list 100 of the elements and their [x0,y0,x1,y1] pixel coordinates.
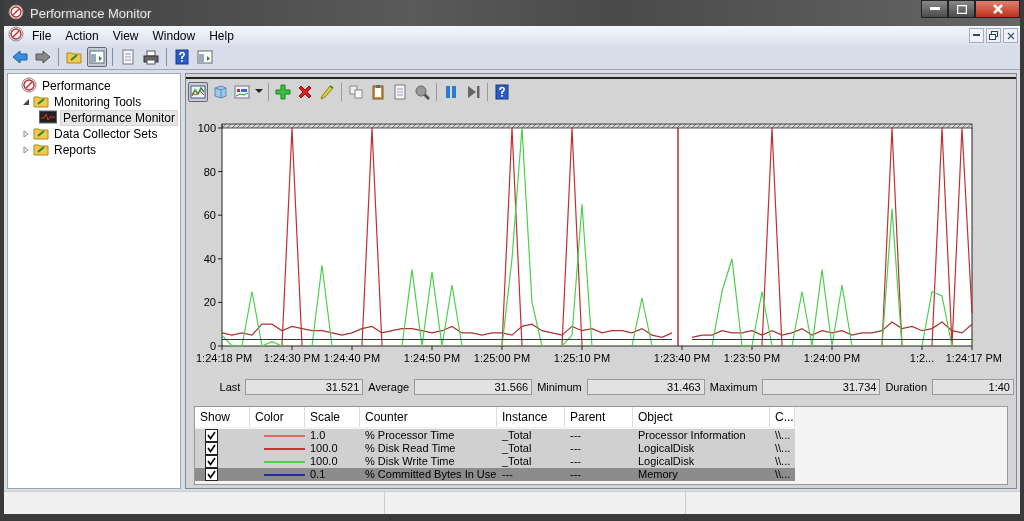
toolbar-button[interactable] [172,47,192,67]
y-tick-label: 100 [197,122,216,134]
tree-item[interactable]: Performance Monitor [59,110,178,126]
x-tick-label: 1:24:17 PM [945,352,1002,364]
line-chart-icon [190,84,206,100]
search-icon [414,84,430,100]
table-cell-text: LogicalDisk [637,455,696,468]
column-header[interactable]: Show [195,407,250,427]
pause-icon [443,84,459,100]
table-cell-text: 100.0 [309,442,339,455]
help-icon [174,49,190,65]
x-tick-label: 1:24:00 PM [803,352,861,364]
maximize-button[interactable] [948,0,975,18]
table-cell-text: 1.0 [309,429,327,442]
stat-field[interactable]: 31.463 [586,379,705,395]
column-header[interactable]: Scale [305,407,360,427]
column-header[interactable]: Counter [360,407,497,427]
y-tick-label: 40 [203,252,216,265]
table-cell-text: % Committed Bytes In Use [364,468,497,481]
counter-row[interactable]: 1.0 % Processor Time _Total --- Processor Information \\... [195,429,795,442]
printer-icon [143,49,159,65]
panel-icon [197,49,213,65]
stat-label: Last [219,381,241,393]
collapse-icon[interactable] [22,98,30,106]
expand-icon[interactable] [22,146,30,154]
stat-label: Duration [885,381,927,393]
menu-item[interactable]: File [26,27,58,44]
checkbox[interactable] [205,429,218,442]
toolbar-button[interactable] [10,47,30,67]
column-header[interactable]: Instance [497,407,565,427]
table-cell-text: _Total [501,455,533,468]
menu-item[interactable]: Window [146,27,202,44]
skip-icon [465,84,481,100]
toolbar-button[interactable] [141,47,161,67]
x-tick-label: 1:24:50 PM [403,352,461,364]
checkbox[interactable] [205,468,218,481]
chart-icon [234,84,250,100]
close-button[interactable] [975,0,1020,18]
table-cell-text: \\... [774,455,792,468]
toolbar-button[interactable] [232,82,252,102]
table-cell-text: --- [569,455,582,468]
table-cell-text: \\... [774,468,792,481]
toolbar-button[interactable] [412,82,432,102]
cross-icon [297,84,313,100]
column-header[interactable]: Parent [565,407,633,427]
gauge-icon [8,3,24,20]
x-tick-label: 1:24:18 PM [196,352,253,364]
checkbox[interactable] [205,442,218,455]
table-cell-text: LogicalDisk [637,442,696,455]
minimize-button[interactable] [921,0,948,18]
stat-field[interactable]: 31.734 [762,379,881,395]
toolbar-button[interactable] [188,82,208,102]
forward-arrow-icon [35,49,51,65]
table-cell-text: % Processor Time [364,429,456,442]
close-icon [992,4,1003,14]
folder-icon [66,49,82,65]
menu-item[interactable]: View [106,27,145,44]
tree-item[interactable]: Monitoring Tools [52,95,144,109]
child-restore-button[interactable] [986,28,1001,43]
column-header[interactable]: Color [250,407,305,427]
stat-field[interactable]: 1:40 [932,379,1014,395]
table-cell-text: 100.0 [309,455,339,468]
child-minimize-button[interactable] [969,28,984,43]
toolbar-button[interactable] [87,47,107,67]
column-header[interactable]: C... [770,407,795,427]
table-cell-text: 0.1 [309,468,327,481]
minimize-icon [973,34,980,37]
column-header[interactable]: Object [633,407,770,427]
table-cell-text: Memory [637,468,679,481]
x-tick-label: 1:25:10 PM [553,352,611,364]
stat-field[interactable]: 31.521 [245,379,364,395]
toolbar-button[interactable] [33,47,53,67]
cube-icon [212,84,228,100]
expand-icon[interactable] [22,130,30,138]
y-tick-label: 60 [203,209,216,222]
stat-field[interactable]: 31.566 [414,379,533,395]
menu-item[interactable]: Action [59,27,105,44]
table-cell-text: _Total [501,429,533,442]
table-cell-text: --- [501,468,514,481]
table-cell-text: _Total [501,442,533,455]
tree-item[interactable]: Data Collector Sets [52,127,160,141]
child-close-button[interactable] [1003,28,1018,43]
table-cell-text: % Disk Write Time [364,455,456,468]
x-tick-label: 1:23:50 PM [723,352,781,364]
panel-icon [89,49,105,65]
monitor-icon [38,108,57,125]
y-tick-label: 0 [209,340,216,352]
x-tick-label: 1:24:30 PM [263,352,321,364]
toolbar-button[interactable] [492,82,512,102]
checkbox[interactable] [205,455,218,468]
counter-row[interactable]: 100.0 % Disk Write Time _Total --- LogicalDisk \\... [195,455,795,468]
window-title: Performance Monitor [30,5,152,21]
tree-item[interactable]: Reports [52,143,99,157]
counter-row[interactable]: 0.1 % Committed Bytes In Use --- --- Memory \\... [195,468,795,481]
counter-row[interactable]: 100.0 % Disk Read Time _Total --- LogicalDisk \\... [195,442,795,455]
tree-item[interactable]: Performance [40,79,113,93]
document-icon [120,49,136,65]
close-icon [1006,31,1015,40]
pencil-icon [319,84,335,100]
menu-item[interactable]: Help [203,27,240,44]
